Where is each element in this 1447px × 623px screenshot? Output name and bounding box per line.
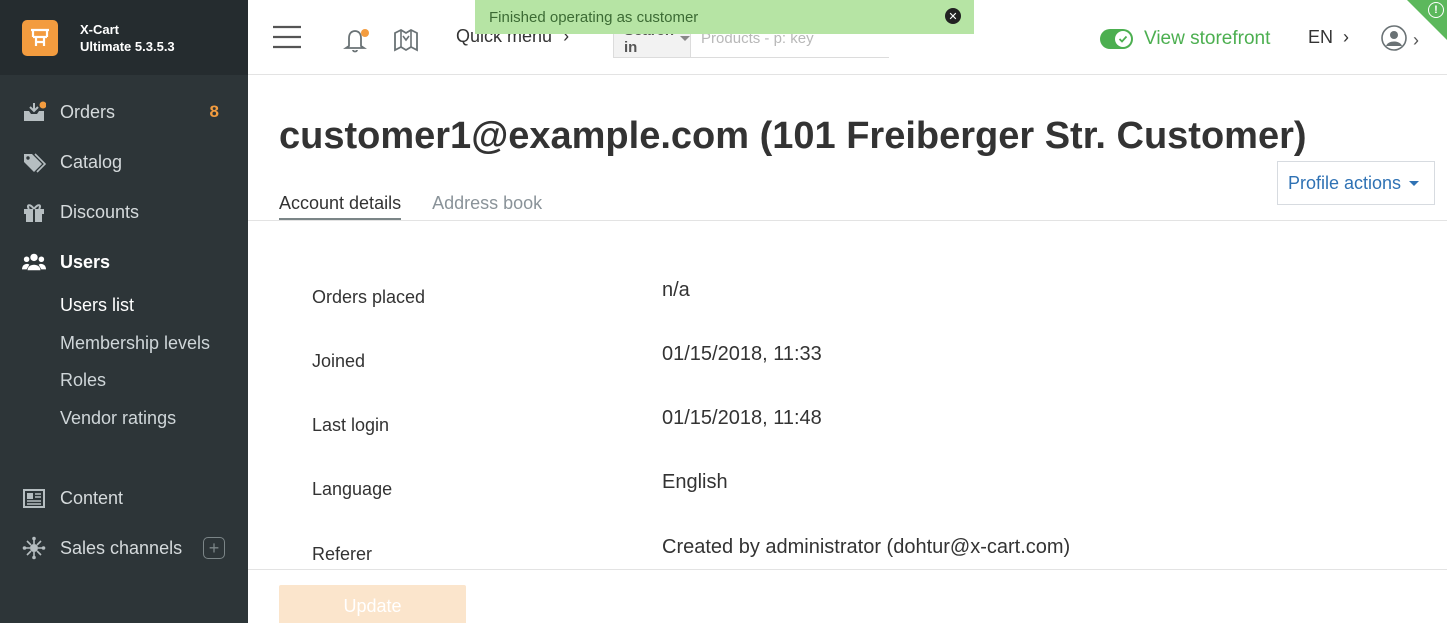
sidebar-item-orders[interactable]: Orders 8 [0,87,248,137]
bell-icon[interactable] [342,26,370,59]
sticky-bottom-bar: Update [248,569,1447,623]
sidebar-nav: Orders 8 Catalog Discounts Users Users l… [0,75,248,573]
notification-text: Finished operating as customer [489,8,699,26]
users-icon [22,250,46,274]
brand-version: Ultimate 5.3.5.3 [80,38,175,54]
sidebar-item-label: Users [60,251,111,272]
profile-actions-label: Profile actions [1288,172,1402,193]
caret-down-icon [1409,180,1420,186]
alert-icon[interactable]: ! [1428,2,1444,18]
map-icon[interactable] [392,25,420,58]
brand-text: X-Cart Ultimate 5.3.5.3 [80,21,175,55]
language-label: EN [1308,27,1334,47]
tab-address-book[interactable]: Address book [432,193,542,221]
update-button[interactable]: Update [279,585,466,623]
close-icon[interactable]: ✕ [945,8,961,24]
sidebar-item-content[interactable]: Content [0,473,248,523]
language-selector[interactable]: EN › [1308,27,1349,48]
content-icon [22,486,46,510]
xcart-logo-icon [22,19,58,56]
sidebar-subitem-membership-levels[interactable]: Membership levels [60,325,248,363]
sidebar-item-label: Content [60,487,124,508]
orders-count-badge: 8 [209,102,219,121]
main-content: customer1@example.com (101 Freiberger St… [248,75,1447,623]
field-value: 01/15/2018, 11:33 [662,343,822,365]
sidebar-subitem-roles[interactable]: Roles [60,362,248,400]
chevron-right-icon: › [1343,27,1350,47]
tab-account-details[interactable]: Account details [279,193,402,221]
gift-icon [22,200,46,224]
field-value: 01/15/2018, 11:48 [662,407,822,429]
add-sales-channel-plus-icon[interactable]: + [203,537,225,559]
sales-channels-icon [22,536,46,560]
brand[interactable]: X-Cart Ultimate 5.3.5.3 [0,0,248,75]
user-avatar-icon [1381,25,1407,56]
field-label: Language [312,479,393,499]
sidebar-item-label: Discounts [60,201,140,222]
field-value: n/a [662,279,690,301]
field-label: Last login [312,415,390,435]
storefront-toggle[interactable] [1100,29,1133,49]
sidebar-item-label: Sales channels [60,537,183,558]
sidebar-item-users[interactable]: Users [0,237,248,287]
catalog-tag-icon [22,150,46,174]
hamburger-icon[interactable] [272,24,302,55]
brand-name: X-Cart [80,21,120,37]
sidebar-subitem-users-list[interactable]: Users list [60,287,248,325]
tabs: Account details Address book [279,193,573,221]
field-label: Orders placed [312,287,426,307]
sidebar-item-sales-channels[interactable]: Sales channels + [0,523,248,573]
caret-down-icon [680,36,691,41]
check-icon [1115,31,1131,47]
sidebar-item-label: Catalog [60,151,123,172]
field-value: English [662,471,728,493]
tabs-divider [248,220,1447,221]
sidebar-item-discounts[interactable]: Discounts [0,187,248,237]
field-value: Created by administrator (dohtur@x-cart.… [662,536,1071,558]
orders-icon [22,100,46,124]
view-storefront-link[interactable]: View storefront [1144,28,1270,50]
profile-actions-button[interactable]: Profile actions [1277,161,1435,205]
sidebar-subitem-vendor-ratings[interactable]: Vendor ratings [60,400,248,438]
field-label: Referer [312,544,373,564]
users-submenu: Users list Membership levels Roles Vendo… [0,287,248,437]
sidebar-item-label: Orders [60,101,116,122]
page-title: customer1@example.com (101 Freiberger St… [279,115,1307,157]
sidebar-item-catalog[interactable]: Catalog [0,137,248,187]
field-label: Joined [312,351,366,371]
sidebar: X-Cart Ultimate 5.3.5.3 Orders 8 Catalog… [0,0,248,623]
notification-bar: Finished operating as customer ✕ [475,0,974,34]
